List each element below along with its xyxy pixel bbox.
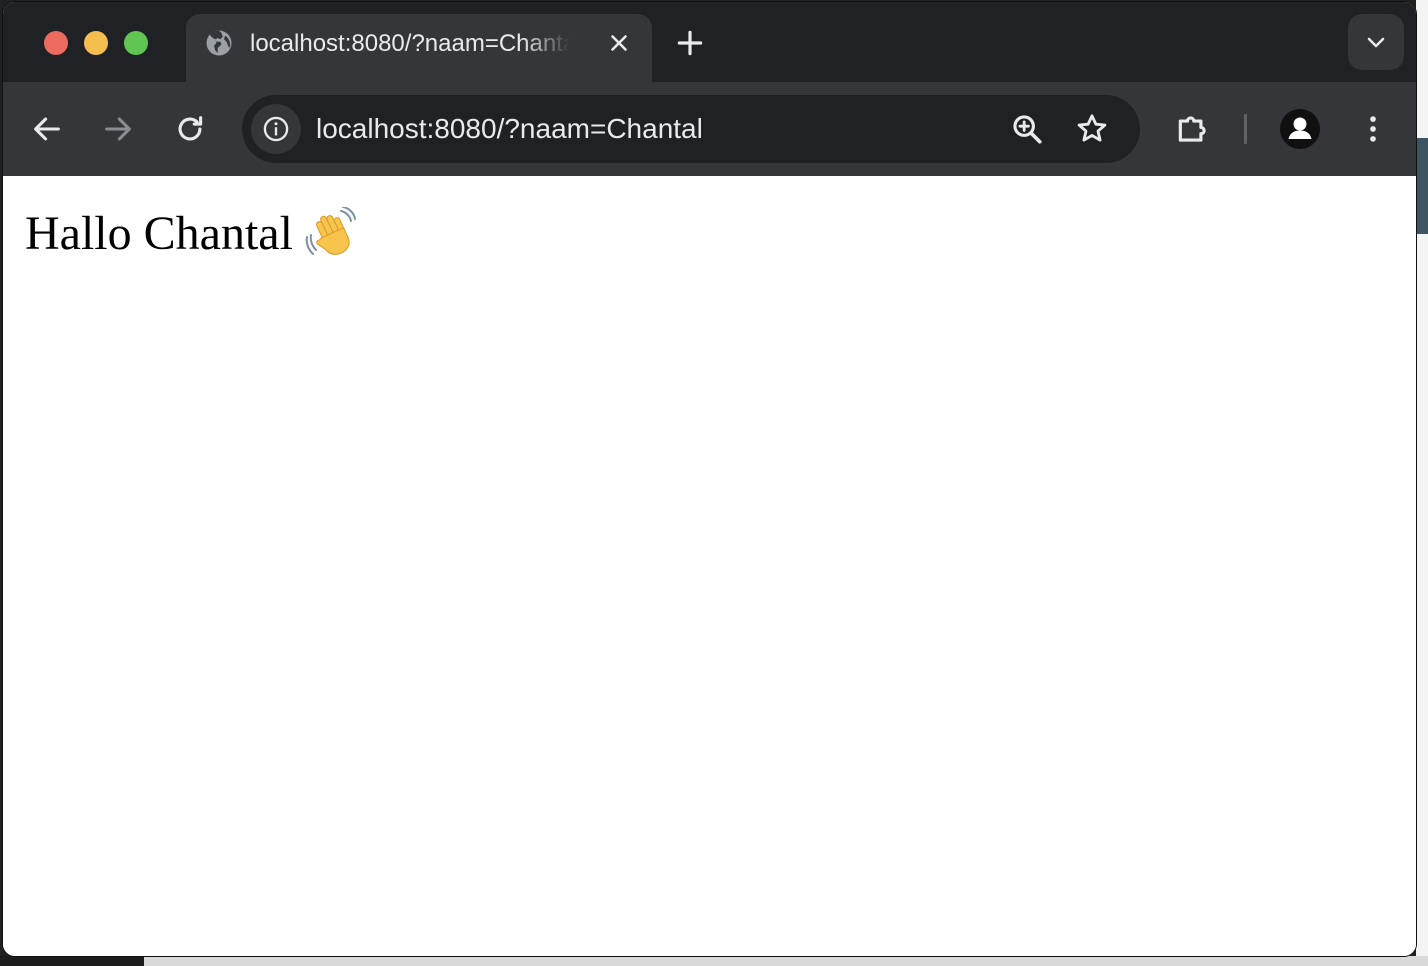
tab-active[interactable]: localhost:8080/?naam=Chantal	[186, 14, 652, 84]
background-app-dark-strip	[0, 956, 144, 966]
profile-icon[interactable]	[1280, 109, 1320, 149]
arrow-right-icon[interactable]	[101, 112, 135, 146]
arrow-left-icon[interactable]	[30, 112, 64, 146]
window-zoom-button[interactable]	[124, 31, 148, 55]
star-icon[interactable]	[1074, 111, 1110, 147]
background-app-bottom	[0, 956, 1428, 966]
tab-strip: localhost:8080/?naam=Chantal	[3, 2, 1416, 84]
chevron-down-icon	[1367, 37, 1385, 48]
browser-toolbar: localhost:8080/?naam=Chantal	[3, 82, 1416, 176]
toolbar-separator	[1244, 114, 1247, 144]
background-app-header	[1416, 138, 1428, 234]
window-close-button[interactable]	[44, 31, 68, 55]
page-content: Hallo Chantal	[3, 176, 1416, 956]
greeting-heading: Hallo Chantal	[25, 204, 357, 264]
greeting-text: Hallo Chantal	[25, 207, 293, 260]
globe-icon	[204, 28, 234, 58]
info-icon	[263, 116, 289, 142]
waving-hand-icon	[305, 206, 357, 259]
puzzle-icon[interactable]	[1174, 110, 1212, 148]
url-text[interactable]: localhost:8080/?naam=Chantal	[316, 110, 703, 148]
address-bar[interactable]: localhost:8080/?naam=Chantal	[242, 95, 1140, 163]
close-icon[interactable]	[606, 30, 632, 56]
reload-icon[interactable]	[173, 112, 207, 146]
window-minimize-button[interactable]	[84, 31, 108, 55]
site-info-button[interactable]	[251, 104, 301, 154]
tab-search-button[interactable]	[1348, 14, 1404, 70]
background-app-edge	[1416, 0, 1428, 966]
plus-icon[interactable]	[674, 27, 706, 59]
tab-title: localhost:8080/?naam=Chantal	[250, 30, 570, 57]
kebab-menu-icon[interactable]	[1356, 112, 1390, 146]
zoom-icon[interactable]	[1010, 112, 1044, 146]
browser-window: localhost:8080/?naam=Chantal localhost:8…	[3, 2, 1416, 956]
